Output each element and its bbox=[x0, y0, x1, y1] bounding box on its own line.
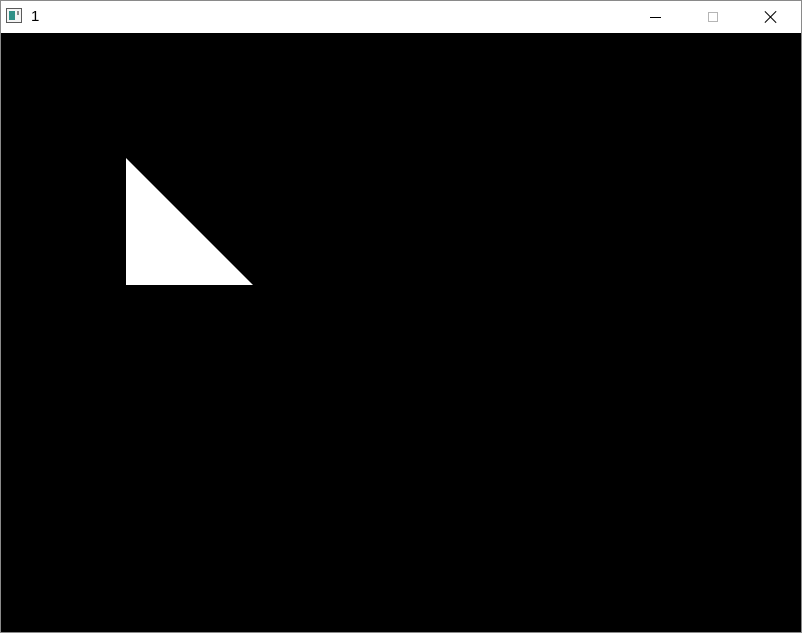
white-triangle bbox=[126, 158, 253, 285]
close-button[interactable] bbox=[742, 1, 800, 33]
canvas-drawing bbox=[126, 158, 253, 285]
maximize-icon bbox=[708, 12, 718, 22]
render-canvas[interactable] bbox=[1, 33, 801, 632]
minimize-button[interactable] bbox=[626, 1, 684, 33]
app-window-icon[interactable] bbox=[6, 8, 22, 23]
maximize-button[interactable] bbox=[684, 1, 742, 33]
close-icon bbox=[764, 10, 778, 24]
app-window: 1 bbox=[0, 0, 802, 633]
window-title: 1 bbox=[31, 8, 40, 25]
title-bar[interactable]: 1 bbox=[1, 1, 801, 33]
minimize-icon bbox=[649, 16, 661, 18]
